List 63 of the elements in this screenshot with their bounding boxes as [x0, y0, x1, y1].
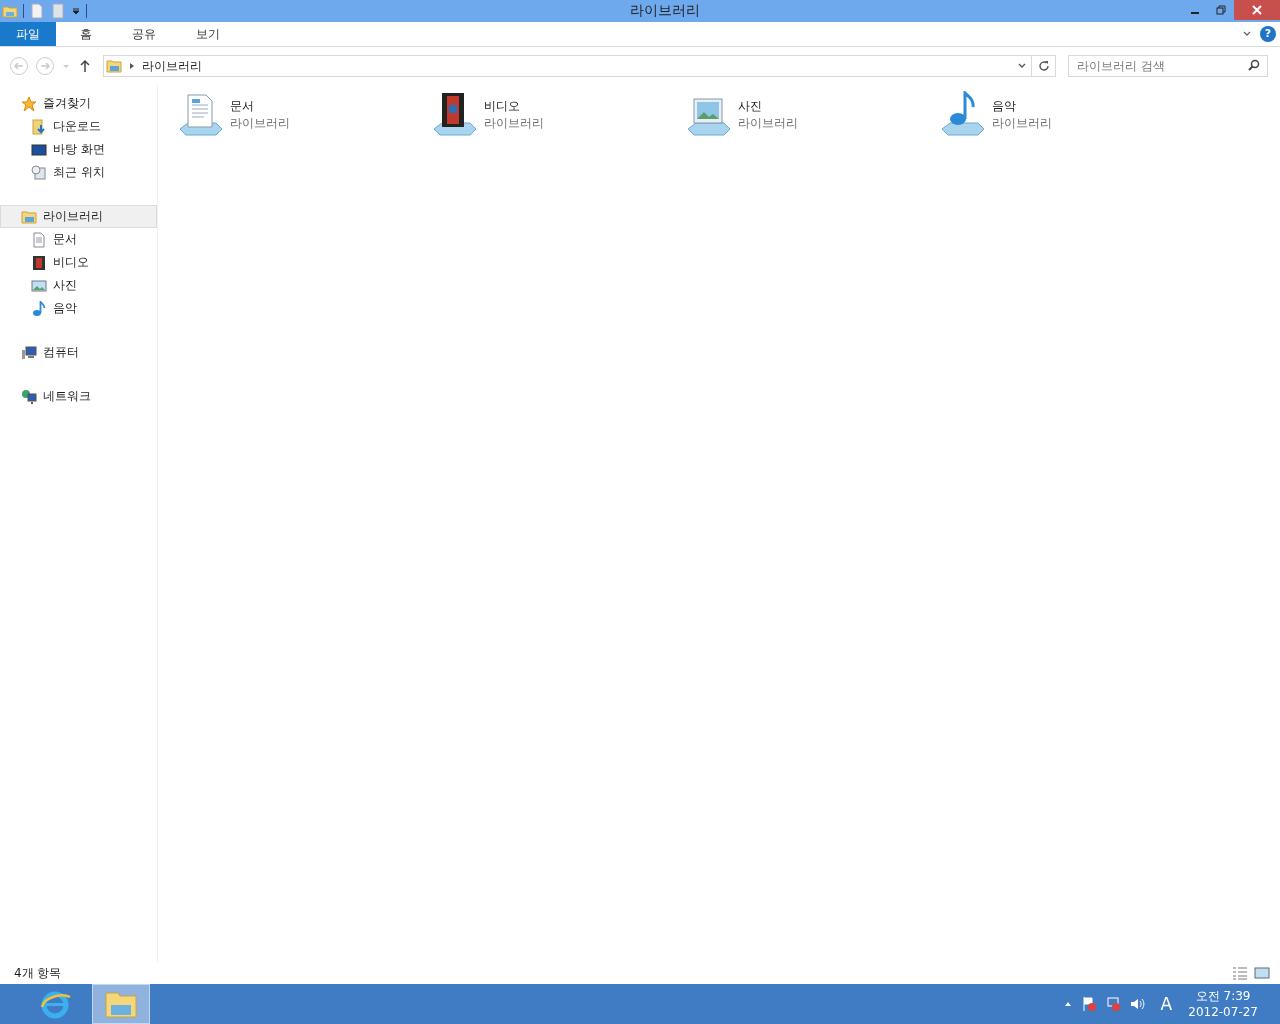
close-icon: [1252, 5, 1262, 15]
nav-item[interactable]: 음악: [0, 297, 157, 320]
computer-icon: [21, 344, 37, 361]
download-icon: [31, 118, 47, 135]
videos-icon: [31, 254, 47, 271]
library-name: 음악: [992, 98, 1017, 115]
library-icon: [21, 208, 37, 225]
close-button[interactable]: [1234, 0, 1280, 20]
flag-icon[interactable]: [1080, 996, 1097, 1012]
minimize-icon: [1191, 12, 1199, 14]
refresh-icon: [1036, 59, 1051, 73]
nav-item[interactable]: 문서: [0, 228, 157, 251]
large-icons-view-icon[interactable]: [1254, 965, 1270, 981]
library-type: 라이브러리: [484, 115, 544, 132]
help-button[interactable]: ?: [1260, 26, 1276, 42]
ribbon-tab[interactable]: 보기: [180, 22, 236, 46]
nav-item[interactable]: 최근 위치: [0, 161, 157, 184]
nav-item[interactable]: 비디오: [0, 251, 157, 274]
library-tile[interactable]: 비디오 라이브러리: [430, 91, 684, 139]
nav-item[interactable]: 바탕 화면: [0, 138, 157, 161]
refresh-button[interactable]: [1032, 55, 1056, 77]
nav-item[interactable]: 라이브러리: [0, 205, 157, 228]
breadcrumb[interactable]: 라이브러리: [142, 57, 202, 75]
clock[interactable]: 오전 7:39 2012-07-27: [1188, 988, 1258, 1020]
item-count: 4개 항목: [14, 964, 62, 982]
pictures-icon: [31, 277, 47, 294]
ribbon-tab[interactable]: 파일: [0, 22, 56, 46]
nav-item[interactable]: 네트워크: [0, 385, 157, 408]
library-tile[interactable]: 사진 라이브러리: [684, 91, 938, 139]
library-name: 사진: [738, 98, 763, 115]
ribbon-tab[interactable]: 공유: [116, 22, 172, 46]
library-type: 라이브러리: [738, 115, 798, 132]
library-folder-icon: [104, 989, 138, 1019]
library-tile[interactable]: 음악 라이브러리: [938, 91, 1192, 139]
ribbon-tab[interactable]: 홈: [64, 22, 108, 46]
network-icon: [21, 388, 37, 405]
music-icon: [31, 300, 47, 317]
page-icon[interactable]: [29, 3, 45, 19]
input-method-indicator[interactable]: A: [1160, 994, 1173, 1014]
address-bar[interactable]: 라이브러리: [103, 55, 1032, 77]
clock-time: 오전 7:39: [1195, 988, 1251, 1004]
nav-item[interactable]: 다운로드: [0, 115, 157, 138]
library-folder-icon: [106, 58, 122, 74]
dropdown-icon[interactable]: [71, 6, 81, 16]
library-name: 비디오: [484, 98, 521, 115]
documents-icon: [31, 231, 47, 248]
nav-item[interactable]: 즐겨찾기: [0, 92, 157, 115]
details-view-icon[interactable]: [1232, 965, 1248, 981]
speaker-icon[interactable]: [1128, 996, 1145, 1012]
nav-item[interactable]: 사진: [0, 274, 157, 297]
library-tile[interactable]: 문서 라이브러리: [176, 91, 430, 139]
breadcrumb-arrow-icon[interactable]: [128, 62, 136, 70]
nav-item[interactable]: 컴퓨터: [0, 341, 157, 364]
library-type: 라이브러리: [992, 115, 1052, 132]
search-field[interactable]: 라이브러리 검색: [1068, 55, 1268, 77]
desktop-icon: [31, 141, 47, 158]
network-icon[interactable]: [1104, 996, 1121, 1012]
clock-date: 2012-07-27: [1188, 1004, 1258, 1020]
restore-icon: [1216, 5, 1226, 15]
window-title: 라이브러리: [629, 2, 700, 20]
star-icon: [21, 95, 37, 112]
library-name: 문서: [230, 98, 255, 115]
library-type: 라이브러리: [230, 115, 290, 132]
